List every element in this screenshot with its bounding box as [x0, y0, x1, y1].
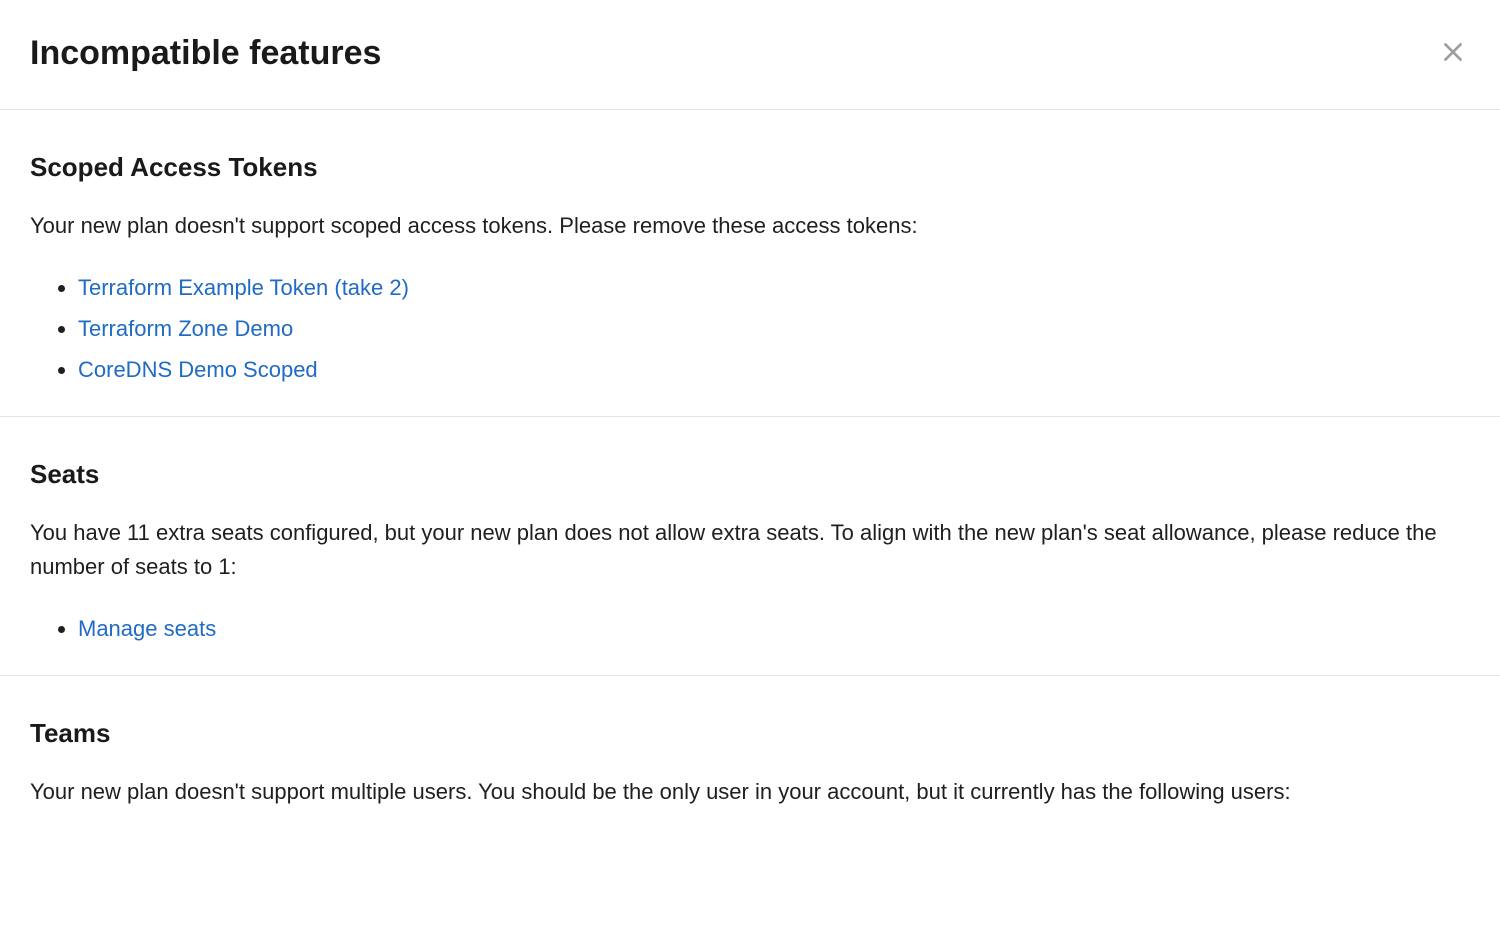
section-description: You have 11 extra seats configured, but …	[30, 516, 1470, 584]
dialog-title: Incompatible features	[30, 28, 381, 79]
token-list: Terraform Example Token (take 2) Terrafo…	[30, 271, 1470, 386]
seats-list: Manage seats	[30, 612, 1470, 645]
close-icon	[1440, 39, 1466, 68]
section-title: Teams	[30, 714, 1470, 753]
section-teams: Teams Your new plan doesn't support mult…	[0, 676, 1500, 867]
section-scoped-access-tokens: Scoped Access Tokens Your new plan doesn…	[0, 110, 1500, 417]
section-description: Your new plan doesn't support scoped acc…	[30, 209, 1470, 243]
section-seats: Seats You have 11 extra seats configured…	[0, 417, 1500, 676]
section-description: Your new plan doesn't support multiple u…	[30, 775, 1470, 809]
token-link[interactable]: CoreDNS Demo Scoped	[78, 357, 318, 382]
list-item: Manage seats	[78, 612, 1470, 645]
list-item: Terraform Zone Demo	[78, 312, 1470, 345]
token-link[interactable]: Terraform Example Token (take 2)	[78, 275, 409, 300]
list-item: CoreDNS Demo Scoped	[78, 353, 1470, 386]
manage-seats-link[interactable]: Manage seats	[78, 616, 216, 641]
token-link[interactable]: Terraform Zone Demo	[78, 316, 293, 341]
section-title: Scoped Access Tokens	[30, 148, 1470, 187]
dialog-header: Incompatible features	[0, 0, 1500, 110]
incompatible-features-dialog: Incompatible features Scoped Access Toke…	[0, 0, 1500, 867]
list-item: Terraform Example Token (take 2)	[78, 271, 1470, 304]
section-title: Seats	[30, 455, 1470, 494]
close-button[interactable]	[1436, 35, 1470, 72]
